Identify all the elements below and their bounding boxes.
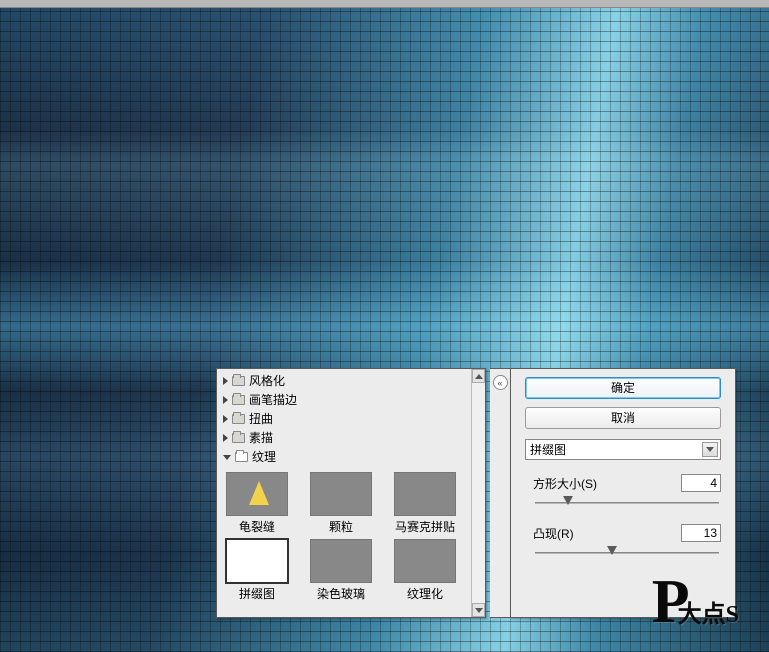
category-brush-strokes[interactable]: 画笔描边 bbox=[219, 390, 483, 409]
cancel-button[interactable]: 取消 bbox=[525, 407, 721, 429]
category-label: 纹理 bbox=[252, 448, 276, 465]
window-titlebar bbox=[0, 0, 769, 8]
slider-track bbox=[535, 552, 719, 554]
expand-icon bbox=[223, 396, 228, 404]
category-sketch[interactable]: 素描 bbox=[219, 428, 483, 447]
param-label: 方形大小(S) bbox=[533, 475, 597, 492]
collapse-button[interactable]: « bbox=[493, 375, 508, 390]
scroll-down-button[interactable] bbox=[472, 603, 485, 617]
folder-icon bbox=[232, 395, 245, 405]
thumb-label: 纹理化 bbox=[407, 585, 443, 602]
square-size-slider[interactable] bbox=[535, 496, 719, 510]
filter-settings-panel: 确定 取消 拼缀图 方形大小(S) 4 凸现(R) 13 bbox=[510, 368, 736, 618]
folder-icon bbox=[232, 376, 245, 386]
thumb-label: 龟裂缝 bbox=[239, 518, 275, 535]
param-square-size: 方形大小(S) 4 bbox=[519, 474, 727, 510]
category-label: 扭曲 bbox=[249, 410, 273, 427]
param-value-input[interactable]: 4 bbox=[681, 474, 721, 492]
thumb-label: 染色玻璃 bbox=[317, 585, 365, 602]
ok-button[interactable]: 确定 bbox=[525, 377, 721, 399]
arrow-down-icon bbox=[475, 608, 483, 613]
dropdown-arrow-icon bbox=[702, 442, 718, 457]
expand-icon bbox=[223, 434, 228, 442]
panel-divider: « bbox=[490, 368, 510, 618]
thumb-image bbox=[226, 539, 288, 583]
category-texture[interactable]: 纹理 bbox=[219, 447, 483, 466]
param-value-input[interactable]: 13 bbox=[681, 524, 721, 542]
thumb-patchwork[interactable]: 拼缀图 bbox=[221, 539, 293, 602]
category-label: 风格化 bbox=[249, 372, 285, 389]
thumb-image bbox=[394, 472, 456, 516]
filter-gallery-panel: 风格化 画笔描边 扭曲 素描 纹理 龟裂缝 颗粒 马赛克拼贴 bbox=[216, 368, 486, 618]
thumb-image bbox=[310, 539, 372, 583]
button-label: 取消 bbox=[611, 411, 635, 425]
param-label: 凸现(R) bbox=[533, 525, 574, 542]
slider-knob[interactable] bbox=[563, 496, 573, 505]
thumb-image bbox=[226, 472, 288, 516]
thumb-texturizer[interactable]: 纹理化 bbox=[389, 539, 461, 602]
slider-knob[interactable] bbox=[607, 546, 617, 555]
scroll-up-button[interactable] bbox=[472, 369, 485, 383]
expand-icon bbox=[223, 415, 228, 423]
filter-select[interactable]: 拼缀图 bbox=[525, 439, 721, 460]
relief-slider[interactable] bbox=[535, 546, 719, 560]
thumb-stained-glass[interactable]: 染色玻璃 bbox=[305, 539, 377, 602]
gallery-scrollbar[interactable] bbox=[471, 369, 485, 617]
thumbnail-grid: 龟裂缝 颗粒 马赛克拼贴 拼缀图 染色玻璃 纹理化 bbox=[219, 466, 483, 615]
thumb-mosaic-tiles[interactable]: 马赛克拼贴 bbox=[389, 472, 461, 535]
collapse-glyph-icon: « bbox=[497, 378, 502, 388]
thumb-image bbox=[394, 539, 456, 583]
arrow-up-icon bbox=[475, 374, 483, 379]
thumb-craquelure[interactable]: 龟裂缝 bbox=[221, 472, 293, 535]
category-distort[interactable]: 扭曲 bbox=[219, 409, 483, 428]
thumb-image bbox=[310, 472, 372, 516]
thumb-grain[interactable]: 颗粒 bbox=[305, 472, 377, 535]
thumb-label: 拼缀图 bbox=[239, 585, 275, 602]
folder-open-icon bbox=[235, 452, 248, 462]
thumb-label: 颗粒 bbox=[329, 518, 353, 535]
category-label: 素描 bbox=[249, 429, 273, 446]
expand-icon bbox=[223, 377, 228, 385]
param-relief: 凸现(R) 13 bbox=[519, 524, 727, 560]
thumb-label: 马赛克拼贴 bbox=[395, 518, 455, 535]
select-value: 拼缀图 bbox=[530, 441, 566, 458]
folder-icon bbox=[232, 414, 245, 424]
button-label: 确定 bbox=[611, 381, 635, 395]
collapse-icon bbox=[223, 455, 231, 460]
category-label: 画笔描边 bbox=[249, 391, 297, 408]
category-stylize[interactable]: 风格化 bbox=[219, 371, 483, 390]
folder-icon bbox=[232, 433, 245, 443]
